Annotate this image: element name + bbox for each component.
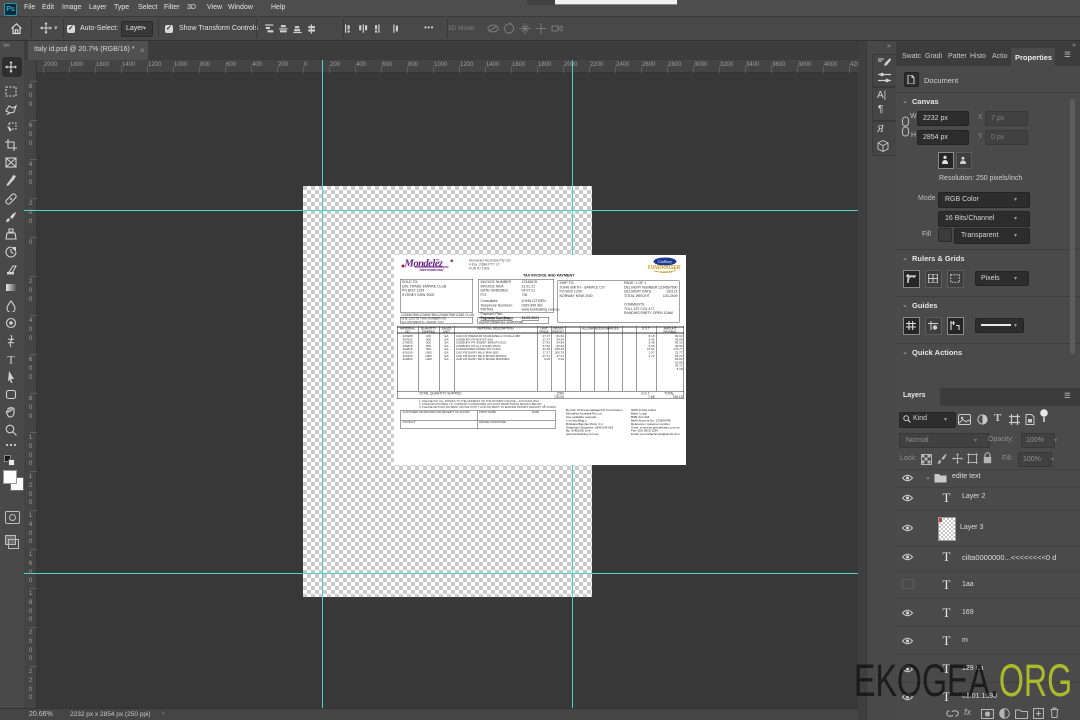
svg-text:fundraising: fundraising (660, 271, 673, 274)
svg-text:Cadbury: Cadbury (658, 259, 672, 264)
svg-text:T: T (7, 353, 15, 365)
